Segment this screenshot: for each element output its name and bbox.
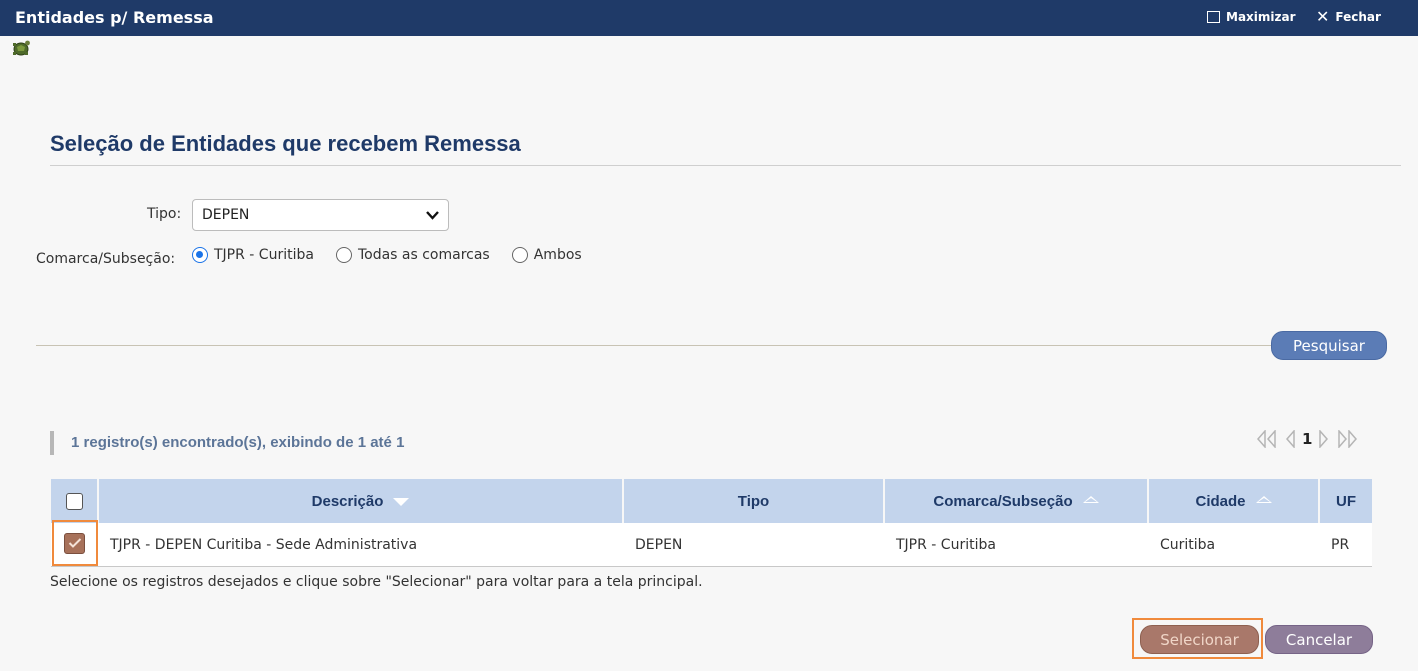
column-label: Cidade [1195, 492, 1246, 510]
column-header-cidade[interactable]: Cidade [1148, 479, 1320, 523]
search-divider [36, 345, 1276, 346]
results-accent-bar [50, 431, 54, 455]
prev-page-icon[interactable] [1284, 430, 1296, 448]
pagination: 1 [1256, 430, 1358, 448]
radio-unselected-icon [511, 247, 528, 263]
cell-descricao: TJPR - DEPEN Curitiba - Sede Administrat… [98, 523, 623, 567]
radio-label: Ambos [533, 247, 582, 263]
radio-label: TJPR - Curitiba [214, 247, 314, 263]
checkmark-icon [68, 538, 81, 548]
sort-desc-icon [393, 497, 410, 506]
tipo-select[interactable]: DEPEN [192, 199, 449, 231]
next-page-icon[interactable] [1318, 430, 1330, 448]
title-divider [50, 165, 1401, 166]
radio-selected-icon [192, 247, 208, 263]
select-button[interactable]: Selecionar [1140, 625, 1259, 654]
radio-ambos[interactable]: Ambos [511, 247, 582, 263]
instruction-text: Selecione os registros desejados e cliqu… [50, 574, 703, 590]
maximize-button[interactable]: Maximizar [1207, 10, 1296, 24]
cell-cidade: Curitiba [1148, 523, 1319, 567]
column-label: Descrição [311, 492, 384, 510]
sort-asc-icon [1255, 496, 1272, 504]
tipo-select-value: DEPEN [202, 207, 250, 223]
turtle-icon [13, 40, 30, 56]
sort-asc-icon [1082, 496, 1099, 504]
results-table: Descrição Tipo Comarca/Subseção Cidade U… [51, 479, 1372, 567]
current-page[interactable]: 1 [1302, 430, 1312, 448]
cancel-button[interactable]: Cancelar [1265, 625, 1373, 654]
maximize-label: Maximizar [1226, 10, 1296, 24]
column-label: Comarca/Subseção [933, 492, 1073, 510]
first-page-icon[interactable] [1256, 430, 1278, 448]
row-select-cell [51, 520, 98, 567]
select-all-header [51, 479, 99, 523]
radio-unselected-icon [335, 247, 352, 263]
row-checkbox[interactable] [64, 532, 85, 554]
page-title: Seleção de Entidades que recebem Remessa [50, 131, 521, 156]
tipo-label: Tipo: [147, 206, 182, 222]
maximize-icon [1207, 11, 1220, 23]
column-header-descricao[interactable]: Descrição [98, 479, 624, 523]
column-header-comarca[interactable]: Comarca/Subseção [884, 479, 1149, 523]
close-icon: ✕ [1316, 7, 1330, 26]
column-header-tipo[interactable]: Tipo [623, 479, 885, 523]
select-all-checkbox[interactable] [65, 492, 83, 510]
cell-tipo: DEPEN [623, 523, 884, 567]
column-label: Tipo [737, 492, 770, 510]
results-summary: 1 registro(s) encontrado(s), exibindo de… [71, 434, 405, 451]
cell-uf: PR [1319, 523, 1372, 567]
cell-comarca: TJPR - Curitiba [884, 523, 1148, 567]
comarca-radio-group: TJPR - Curitiba Todas as comarcas Ambos [192, 247, 604, 263]
last-page-icon[interactable] [1336, 430, 1358, 448]
table-row[interactable]: TJPR - DEPEN Curitiba - Sede Administrat… [51, 520, 1372, 567]
close-button[interactable]: ✕ Fechar [1316, 7, 1381, 26]
window-titlebar: Entidades p/ Remessa Maximizar ✕ Fechar [0, 0, 1418, 36]
column-header-uf[interactable]: UF [1319, 479, 1372, 523]
radio-todas-comarcas[interactable]: Todas as comarcas [335, 247, 490, 263]
column-label: UF [1336, 492, 1356, 510]
comarca-label: Comarca/Subseção: [36, 251, 176, 267]
radio-tjpr-curitiba[interactable]: TJPR - Curitiba [192, 247, 314, 263]
close-label: Fechar [1335, 10, 1381, 24]
search-button[interactable]: Pesquisar [1271, 331, 1387, 360]
row-checkbox-highlight [51, 520, 98, 566]
table-header-row: Descrição Tipo Comarca/Subseção Cidade U… [51, 479, 1372, 523]
radio-label: Todas as comarcas [357, 247, 490, 263]
chevron-down-icon [426, 211, 439, 220]
window-title: Entidades p/ Remessa [15, 8, 214, 27]
